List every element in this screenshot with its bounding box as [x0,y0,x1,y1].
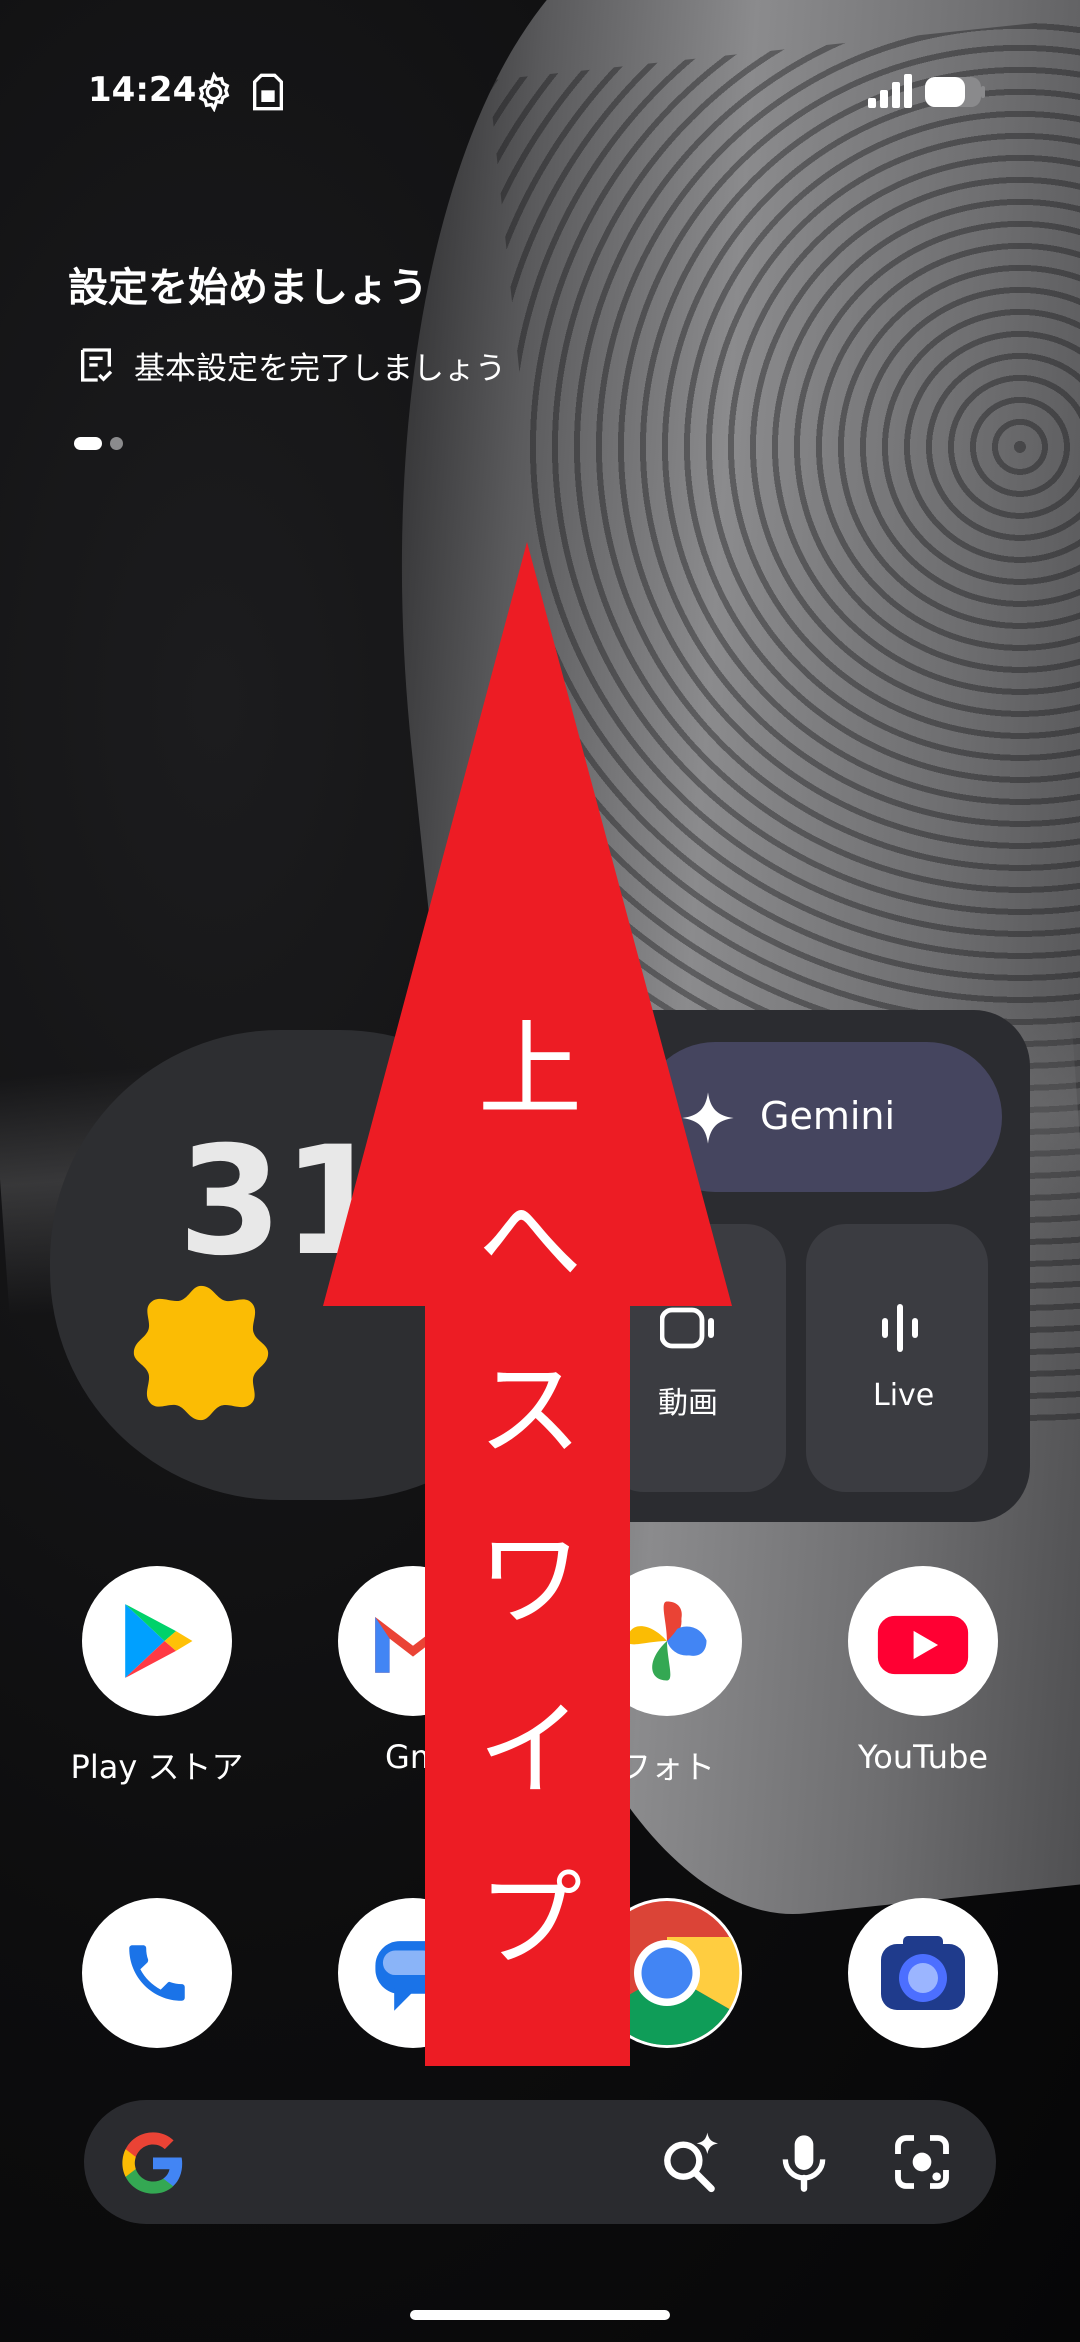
checklist-icon [81,348,113,382]
sim-card-icon [253,73,283,111]
clock: 14:24 [88,70,197,110]
gemini-sparkle-icon [682,1092,734,1144]
setup-item[interactable]: 基本設定を完了しましょう [76,340,506,390]
gmail-icon [375,1617,451,1673]
phone-app[interactable] [82,1898,232,2048]
photos-app[interactable] [592,1566,742,1716]
youtube-label: YouTube [857,1738,989,1776]
home-indicator[interactable] [410,2310,670,2320]
gemini-video-tile[interactable] [604,1224,786,1492]
chrome-app[interactable] [592,1898,742,2048]
camera-app[interactable] [848,1898,998,2048]
phone-icon [129,1945,185,2001]
page-indicator [74,437,123,450]
gemini-live-label: Live [873,1378,935,1413]
search-bar[interactable] [84,2100,996,2224]
swipe-char: イ [477,1689,582,1811]
google-g-icon [122,2132,183,2194]
camera-icon [881,1936,965,2010]
photos-label: フォト [618,1748,715,1786]
ai-search-icon[interactable] [658,2130,722,2194]
setup-item-label: 基本設定を完了しましょう [134,350,506,387]
play-store-icon [125,1604,193,1678]
swipe-char: 上 [477,1009,582,1131]
temperature: 31 [178,1115,387,1289]
page-dot-active [74,437,102,450]
signal-icon [868,74,912,108]
photos-icon [627,1601,707,1681]
youtube-app[interactable] [848,1566,998,1716]
chrome-icon [595,1901,740,2046]
page-dot [110,437,123,450]
gemini-label: Gemini [760,1094,896,1138]
swipe-char: ス [477,1349,582,1471]
swipe-char: プ [477,1859,582,1981]
youtube-icon [877,1615,969,1675]
video-icon [660,1307,714,1349]
setup-title[interactable]: 設定を始めましょう [68,255,428,313]
status-bar: 14:24 [0,0,1080,180]
battery-icon [925,77,985,107]
gear-icon [198,72,230,112]
gemini-live-tile[interactable] [806,1224,988,1492]
live-waveform-icon [882,1304,918,1352]
swipe-up-text: 上 へ ス ワ イ プ [465,995,595,1995]
sun-icon [133,1285,269,1421]
play-store-app[interactable] [82,1566,232,1716]
messages-icon [375,1941,451,2011]
swipe-char: へ [477,1179,582,1301]
swipe-char: ワ [477,1519,582,1641]
gemini-video-label: 動画 [658,1386,718,1421]
play-store-label: Play ストア [70,1748,244,1786]
mic-icon[interactable] [772,2130,836,2194]
lens-icon[interactable] [890,2130,954,2194]
